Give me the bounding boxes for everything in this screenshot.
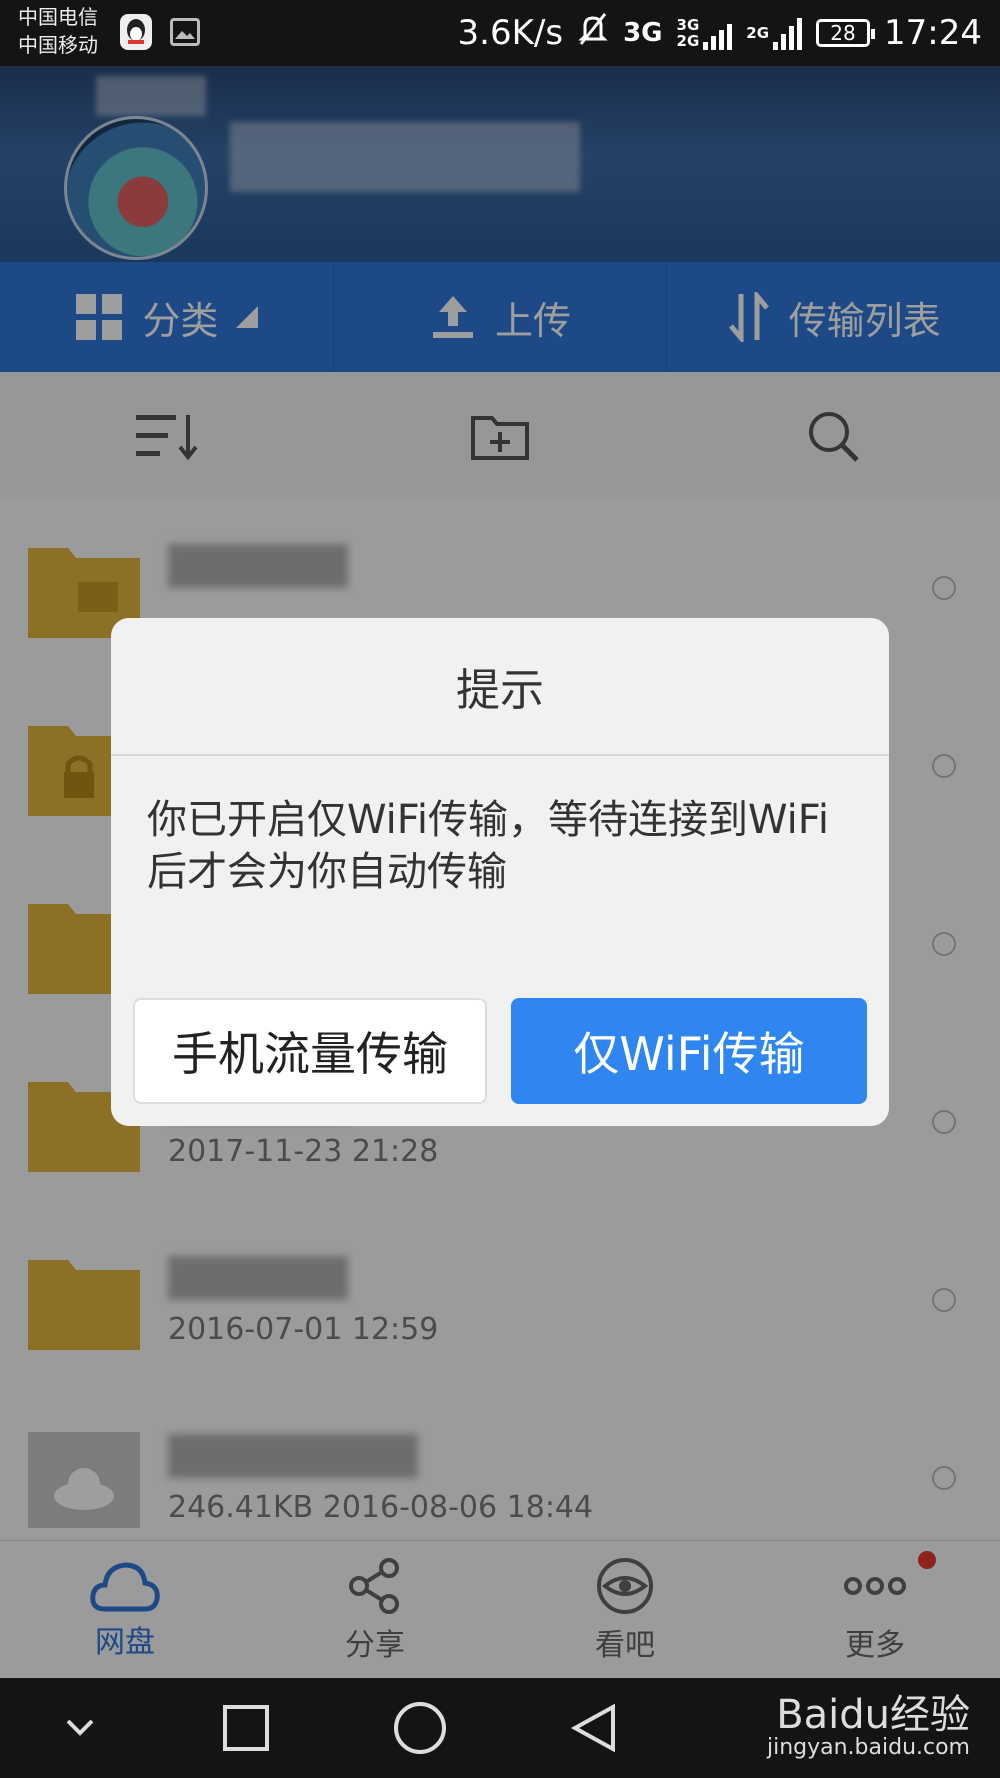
wifi-only-transfer-button[interactable]: 仅WiFi传输: [511, 998, 867, 1104]
status-bar: 中国电信 中国移动 3.6K/s 3G 3G 2G 2G 28 17:24: [0, 0, 1000, 66]
home-icon[interactable]: [392, 1700, 448, 1756]
clock: 17:24: [884, 13, 982, 53]
net-type-3: 2G: [746, 24, 770, 42]
dialog-title: 提示: [111, 618, 889, 756]
wifi-transfer-dialog: 提示 你已开启仅WiFi传输，等待连接到WiFi后才会为你自动传输 手机流量传输…: [111, 618, 889, 1126]
qq-icon: [120, 14, 152, 50]
signal-icon: [773, 16, 803, 50]
carrier-1: 中国电信: [18, 5, 98, 29]
net-type-2a: 3G: [676, 16, 700, 34]
gallery-icon: [170, 18, 200, 46]
watermark-url: jingyan.baidu.com: [766, 1735, 970, 1760]
mute-icon: [577, 12, 609, 55]
system-nav-bar: Baidu经验 jingyan.baidu.com: [0, 1678, 1000, 1778]
carrier-2: 中国移动: [18, 33, 98, 57]
chevron-down-icon[interactable]: [60, 1713, 100, 1743]
watermark-brand: Baidu经验: [776, 1692, 970, 1738]
net-type-1: 3G: [623, 18, 663, 48]
net-speed: 3.6K/s: [457, 13, 564, 53]
battery-icon: 28: [816, 19, 876, 47]
net-type-2b: 2G: [676, 32, 700, 50]
back-icon[interactable]: [569, 1703, 619, 1753]
dialog-message: 你已开启仅WiFi传输，等待连接到WiFi后才会为你自动传输: [147, 797, 829, 895]
mobile-data-transfer-button[interactable]: 手机流量传输: [133, 998, 487, 1104]
battery-level: 28: [830, 21, 856, 45]
signal-icon: [703, 16, 733, 50]
recent-apps-icon[interactable]: [221, 1703, 271, 1753]
watermark: Baidu经验 jingyan.baidu.com: [767, 1694, 970, 1760]
